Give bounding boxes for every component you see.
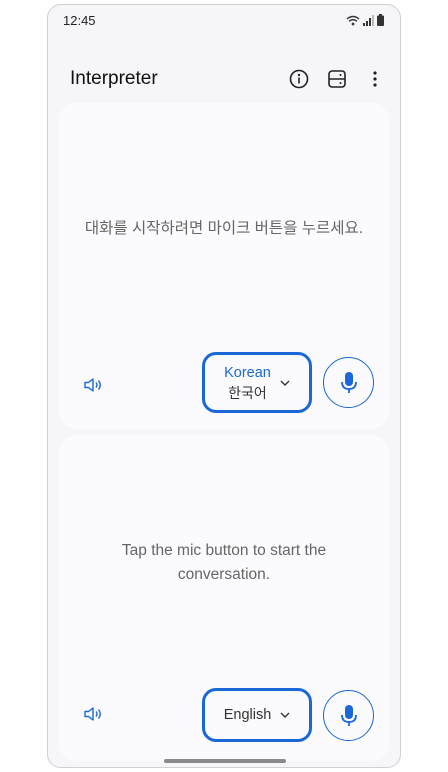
signal-icon <box>363 14 374 26</box>
user-language-name: English <box>223 707 272 723</box>
app-actions <box>288 68 386 90</box>
info-icon <box>289 69 309 89</box>
partner-language-selector[interactable]: Korean 한국어 <box>202 352 312 413</box>
battery-icon <box>377 14 384 26</box>
split-view-icon <box>328 70 346 88</box>
speaker-icon <box>84 707 101 721</box>
chevron-down-icon <box>280 712 290 718</box>
user-mic-button[interactable] <box>323 690 374 741</box>
partner-language-labels: Korean 한국어 <box>224 363 271 403</box>
partner-language-name: Korean <box>224 364 271 381</box>
user-speaker-button[interactable] <box>81 702 105 726</box>
phone-screen: 12:45 Interpreter 대화를 시작하려면 마이크 버튼을 누르세요… <box>47 4 401 768</box>
info-button[interactable] <box>288 68 310 90</box>
layout-toggle-button[interactable] <box>326 68 348 90</box>
partner-mic-button[interactable] <box>323 357 374 408</box>
status-icons <box>346 14 384 26</box>
mic-icon <box>340 371 357 393</box>
wifi-icon <box>346 15 360 25</box>
mic-icon <box>340 704 357 726</box>
user-prompt: Tap the mic button to start the conversa… <box>121 542 327 583</box>
partner-panel: 대화를 시작하려면 마이크 버튼을 누르세요. Korean 한국어 <box>59 103 389 429</box>
chevron-down-icon <box>280 380 290 386</box>
home-indicator[interactable] <box>164 759 286 763</box>
page-title: Interpreter <box>70 68 158 89</box>
user-panel: Tap the mic button to start the conversa… <box>59 435 389 761</box>
more-options-button[interactable] <box>364 68 386 90</box>
status-bar: 12:45 <box>48 5 400 35</box>
speaker-icon <box>84 378 101 392</box>
partner-prompt: 대화를 시작하려면 마이크 버튼을 누르세요. <box>84 220 364 237</box>
more-vertical-icon <box>373 71 377 87</box>
status-time: 12:45 <box>63 12 96 28</box>
partner-language-native: 한국어 <box>228 384 267 401</box>
partner-speaker-button[interactable] <box>81 373 105 397</box>
app-bar: Interpreter <box>48 59 400 99</box>
user-language-labels: English <box>224 705 272 725</box>
user-language-selector[interactable]: English <box>202 688 312 742</box>
